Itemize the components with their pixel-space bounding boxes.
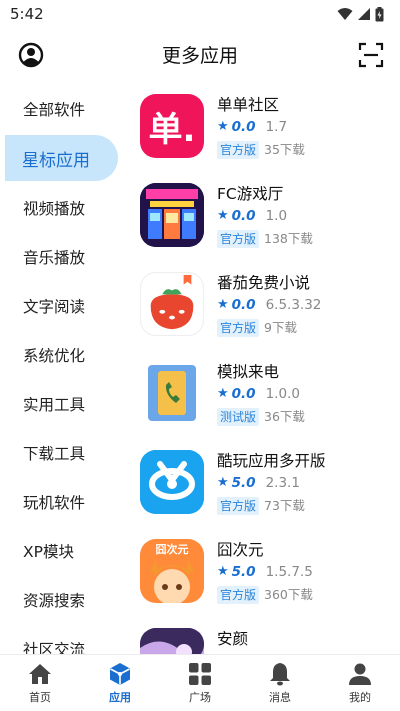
nav-messages[interactable]: 消息 [240, 655, 320, 711]
app-name: 番茄免费小说 [217, 274, 311, 292]
nav-square[interactable]: 广场 [160, 655, 240, 711]
app-list-item[interactable]: 囧次元 囧次元 ★ 5.0 1.5.7.5 官方版 360下载 [138, 533, 400, 622]
star-icon: ★ [217, 386, 229, 401]
app-badge: 官方版 [217, 230, 260, 248]
app-badge: 测试版 [217, 408, 260, 426]
home-icon [28, 662, 52, 686]
sidebar-item-reading[interactable]: 文字阅读 [0, 281, 124, 330]
app-badge: 官方版 [217, 497, 260, 515]
app-list-item[interactable]: 安颜 [138, 622, 400, 654]
app-name: 模拟来电 [217, 363, 280, 381]
tomato-novel-icon [140, 272, 204, 336]
dandan-logo-icon: 单. [140, 94, 204, 158]
app-version: 6.5.3.32 [265, 297, 322, 313]
arcade-room-icon [140, 183, 204, 247]
sidebar-item-video[interactable]: 视频播放 [0, 183, 124, 232]
app-badge: 官方版 [217, 141, 260, 159]
signal-icon [358, 8, 370, 20]
app-version: 1.5.7.5 [265, 564, 313, 580]
phone-call-icon [140, 361, 204, 425]
app-rating: 5.0 [231, 475, 256, 491]
app-badge: 官方版 [217, 319, 260, 337]
page-title: 更多应用 [161, 44, 238, 67]
jiong-ciyuan-icon: 囧次元 [140, 539, 204, 603]
app-list-item[interactable]: 酷玩应用多开版 ★ 5.0 2.3.1 官方版 73下载 [138, 444, 400, 533]
nav-label: 应用 [109, 690, 131, 704]
star-icon: ★ [217, 297, 229, 312]
anyan-icon [140, 628, 204, 654]
sidebar-item-community[interactable]: 社区交流 [0, 624, 124, 655]
user-icon [348, 662, 372, 686]
kuwan-logo-icon [140, 450, 204, 514]
app-downloads: 9下载 [264, 320, 297, 335]
sidebar-item-xposed[interactable]: XP模块 [0, 526, 124, 575]
sidebar-item-tools[interactable]: 实用工具 [0, 379, 124, 428]
app-list-item[interactable]: 单. 单单社区 ★ 0.0 1.7 官方版 35下载 [138, 88, 400, 177]
app-downloads: 35下载 [264, 142, 305, 157]
nav-profile[interactable]: 我的 [320, 655, 400, 711]
app-version: 1.7 [265, 119, 288, 135]
app-name: 单单社区 [217, 96, 280, 114]
status-bar: 5:42 [0, 0, 400, 28]
sidebar-item-all[interactable]: 全部软件 [0, 84, 124, 133]
star-icon: ★ [217, 475, 229, 490]
nav-home[interactable]: 首页 [0, 655, 80, 711]
app-icon-text: 囧次元 [155, 543, 189, 556]
app-downloads: 138下载 [264, 231, 313, 246]
wifi-icon [337, 8, 353, 20]
app-list-item[interactable]: FC游戏厅 ★ 0.0 1.0 官方版 138下载 [138, 177, 400, 266]
app-name: FC游戏厅 [217, 185, 284, 203]
app-name: 酷玩应用多开版 [217, 452, 326, 470]
app-version: 1.0.0 [265, 386, 300, 402]
sidebar-item-tweak[interactable]: 玩机软件 [0, 477, 124, 526]
app-list: 单. 单单社区 ★ 0.0 1.7 官方版 35下载 FC游戏厅 ★ 0.0 1… [138, 88, 400, 654]
status-icons [337, 6, 384, 22]
app-version: 1.0 [265, 208, 288, 224]
app-rating: 0.0 [231, 386, 256, 402]
bottom-nav: 首页 应用 广场 消息 我的 [0, 654, 400, 711]
grid-icon [188, 662, 212, 686]
app-badge: 官方版 [217, 586, 260, 604]
app-list-item[interactable]: 模拟来电 ★ 0.0 1.0.0 测试版 36下载 [138, 355, 400, 444]
app-icon-text: 单. [148, 109, 196, 150]
app-rating: 0.0 [231, 119, 256, 135]
app-version: 2.3.1 [265, 475, 300, 491]
star-icon: ★ [217, 119, 229, 134]
cube-icon [108, 662, 132, 686]
nav-label: 广场 [189, 690, 211, 704]
scan-icon[interactable] [358, 42, 384, 68]
sidebar-item-system[interactable]: 系统优化 [0, 330, 124, 379]
app-list-item[interactable]: 番茄免费小说 ★ 0.0 6.5.3.32 官方版 9下载 [138, 266, 400, 355]
bell-icon [268, 662, 292, 686]
app-downloads: 73下载 [264, 498, 305, 513]
app-name: 囧次元 [217, 541, 264, 559]
sidebar-item-download[interactable]: 下载工具 [0, 428, 124, 477]
account-icon[interactable] [18, 42, 44, 68]
nav-label: 首页 [29, 690, 51, 704]
sidebar-item-search[interactable]: 资源搜索 [0, 575, 124, 624]
nav-label: 我的 [349, 690, 371, 704]
star-icon: ★ [217, 564, 229, 579]
battery-icon [375, 6, 384, 21]
app-name: 安颜 [217, 630, 249, 648]
nav-label: 消息 [269, 690, 291, 704]
sidebar-item-starred[interactable]: 星标应用 [5, 135, 118, 181]
star-icon: ★ [217, 208, 229, 223]
sidebar-item-music[interactable]: 音乐播放 [0, 232, 124, 281]
app-rating: 0.0 [231, 208, 256, 224]
app-rating: 5.0 [231, 564, 256, 580]
nav-apps[interactable]: 应用 [80, 655, 160, 711]
category-sidebar: 全部软件 星标应用 视频播放 音乐播放 文字阅读 系统优化 实用工具 下载工具 … [0, 84, 124, 654]
app-downloads: 360下载 [264, 587, 313, 602]
app-rating: 0.0 [231, 297, 256, 313]
app-downloads: 36下载 [264, 409, 305, 424]
header: 更多应用 [0, 30, 400, 78]
status-time: 5:42 [10, 5, 44, 23]
